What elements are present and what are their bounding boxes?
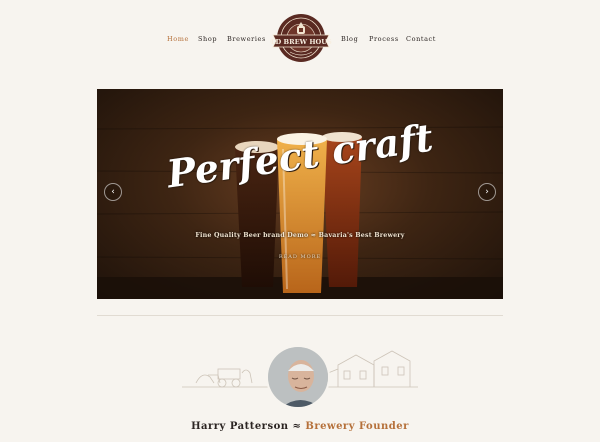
founder-role: Brewery Founder: [305, 421, 409, 432]
hero-subtitle: Fine Quality Beer brand Demo ≈ Bavaria's…: [195, 232, 405, 239]
slider-next-button[interactable]: ›: [478, 183, 496, 201]
founder-avatar: [266, 345, 330, 409]
nav-process[interactable]: Process: [369, 35, 399, 43]
nav-blog[interactable]: Blog: [341, 35, 358, 43]
brewery-badge-icon: OLD BREW HOUSE: [265, 14, 337, 62]
section-divider: [97, 315, 503, 316]
founder-caption: Harry Patterson ≈ Brewery Founder: [0, 421, 600, 432]
brewery-logo[interactable]: OLD BREW HOUSE: [265, 11, 337, 65]
nav-breweries[interactable]: Breweries: [227, 35, 266, 43]
slider-prev-button[interactable]: ‹: [104, 183, 122, 201]
chevron-left-icon: ‹: [111, 187, 115, 197]
founder-photo: [268, 347, 328, 407]
read-more-link[interactable]: READ MORE: [97, 254, 503, 260]
nav-shop[interactable]: Shop: [198, 35, 217, 43]
chevron-right-icon: ›: [485, 187, 489, 197]
founder-name: Harry Patterson ≈: [191, 421, 302, 432]
logo-text: OLD BREW HOUSE: [270, 38, 332, 46]
nav-contact[interactable]: Contact: [406, 35, 436, 43]
nav-home[interactable]: Home: [167, 35, 189, 43]
hero-slider: Perfect craft Fine Quality Beer brand De…: [97, 89, 503, 299]
